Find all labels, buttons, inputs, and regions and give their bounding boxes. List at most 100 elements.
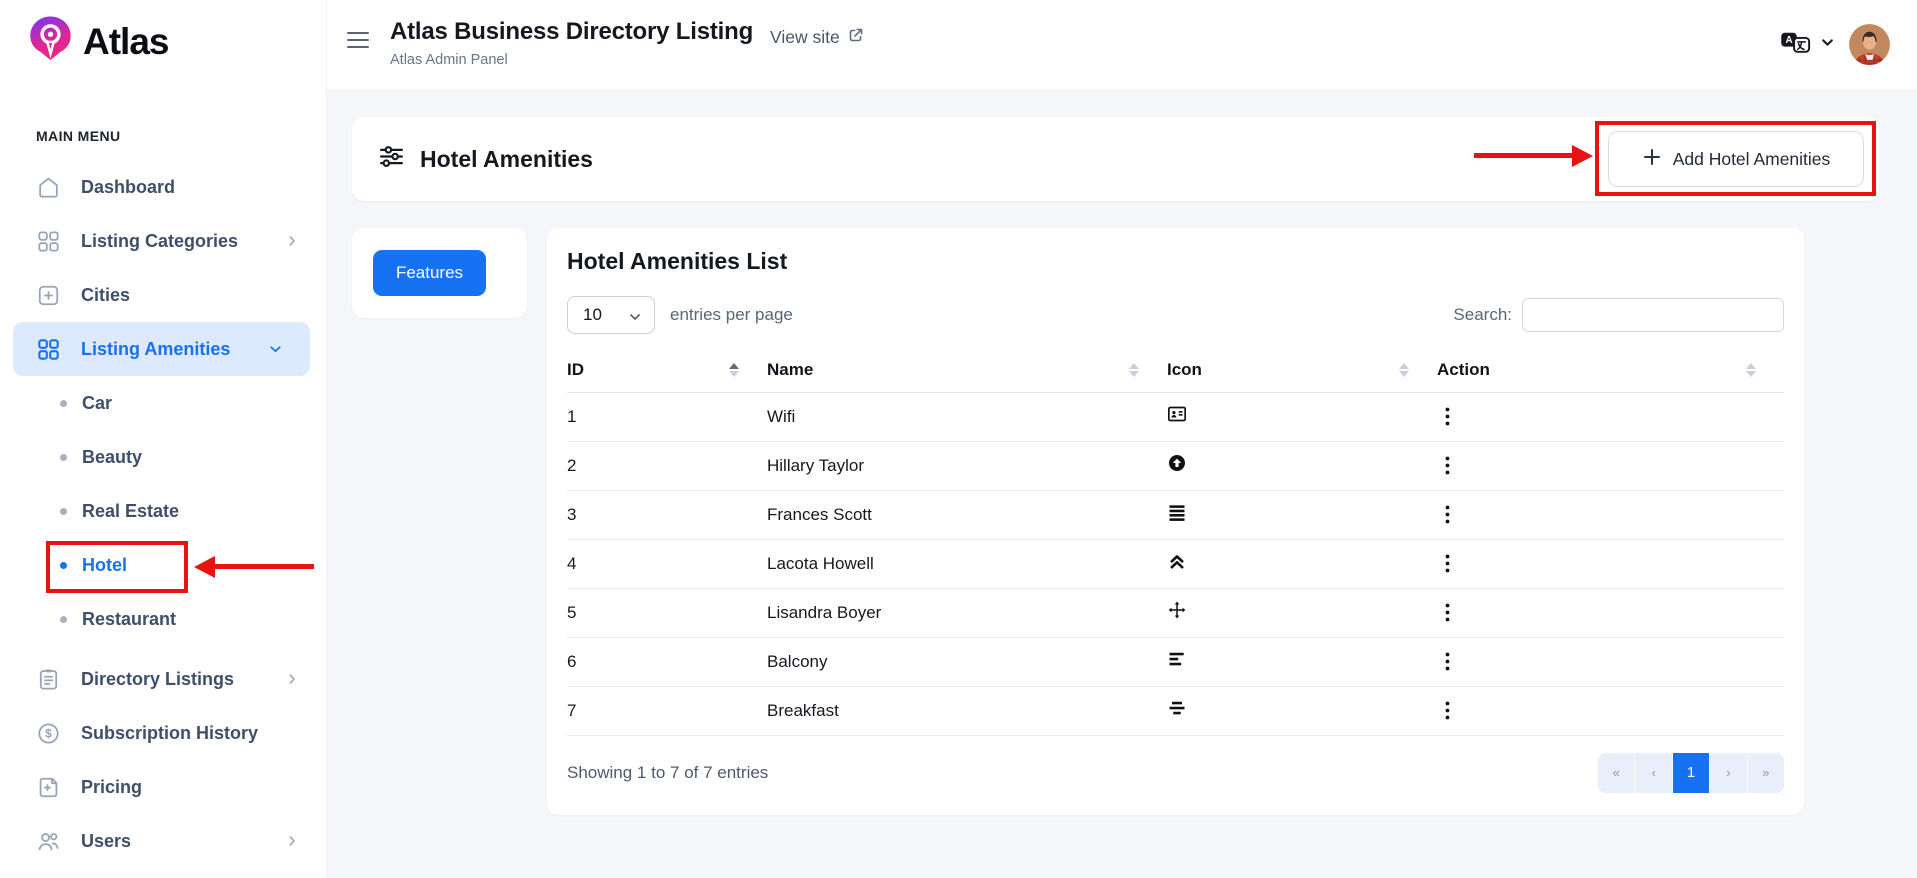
menu-icon[interactable] — [347, 26, 375, 54]
sidebar-subitem-restaurant[interactable]: Restaurant — [0, 592, 326, 646]
sidebar-item-subscription-history[interactable]: $ Subscription History — [0, 706, 326, 760]
panel-title: Hotel Amenities — [420, 146, 593, 173]
sidebar-item-label: Cities — [81, 285, 130, 306]
chevron-down-icon — [267, 341, 284, 358]
bullet-icon — [60, 508, 67, 515]
cell-icon — [1167, 441, 1437, 490]
cell-icon — [1167, 686, 1437, 735]
page-title: Atlas Business Directory Listing — [390, 18, 753, 46]
sort-icon — [1746, 363, 1756, 377]
amenities-list-card: Hotel Amenities List 10 entries per page… — [547, 228, 1804, 815]
panel-header: Hotel Amenities Add Hotel Amenities — [352, 117, 1879, 201]
cell-action — [1437, 686, 1784, 735]
svg-text:$: $ — [45, 726, 52, 740]
table-row: 6 Balcony — [567, 637, 1784, 686]
add-hotel-amenities-button[interactable]: Add Hotel Amenities — [1608, 131, 1864, 187]
table-controls: 10 entries per page Search: — [567, 296, 1784, 334]
column-header-action[interactable]: Action — [1437, 348, 1784, 392]
topbar: Atlas Business Directory Listing Atlas A… — [327, 0, 1917, 89]
vertical-dots-icon[interactable] — [1437, 452, 1458, 479]
bullet-icon — [60, 562, 67, 569]
bullet-icon — [60, 454, 67, 461]
pagination-first-button[interactable]: « — [1598, 753, 1634, 793]
bullet-icon — [60, 400, 67, 407]
column-header-id[interactable]: ID — [567, 348, 767, 392]
atlas-pin-icon — [26, 13, 75, 70]
svg-text:A: A — [1785, 35, 1792, 46]
vertical-dots-icon[interactable] — [1437, 550, 1458, 577]
chevron-right-icon — [284, 233, 300, 249]
file-plus-icon — [36, 775, 61, 800]
table-row: 4 Lacota Howell — [567, 539, 1784, 588]
sidebar-nav: Dashboard Listing Categories Cities — [0, 160, 326, 868]
cell-name: Balcony — [767, 637, 1167, 686]
search-label: Search: — [1453, 305, 1512, 325]
brand-name: Atlas — [83, 21, 168, 63]
chevron-down-icon — [1820, 35, 1835, 55]
sidebar-subitem-real-estate[interactable]: Real Estate — [0, 484, 326, 538]
pagination: « ‹ 1 › » — [1598, 753, 1784, 793]
cell-action — [1437, 637, 1784, 686]
brand-logo[interactable]: Atlas — [0, 0, 326, 70]
plus-icon — [1642, 147, 1662, 172]
vertical-dots-icon[interactable] — [1437, 648, 1458, 675]
table-row: 1 Wifi — [567, 392, 1784, 441]
sidebar-item-directory-listings[interactable]: Directory Listings — [0, 652, 326, 706]
language-selector[interactable]: A — [1780, 29, 1835, 61]
sidebar-subitem-hotel[interactable]: Hotel — [0, 538, 326, 592]
entries-per-page-select[interactable]: 10 — [567, 296, 655, 334]
cell-id: 1 — [567, 392, 767, 441]
vertical-dots-icon[interactable] — [1437, 599, 1458, 626]
align-center-icon — [1167, 703, 1187, 722]
sidebar-item-listing-amenities[interactable]: Listing Amenities — [13, 322, 310, 376]
sidebar-section-label: MAIN MENU — [36, 128, 326, 144]
pagination-page-1-button[interactable]: 1 — [1672, 753, 1709, 793]
move-arrows-icon — [1167, 605, 1187, 624]
translate-icon: A — [1780, 29, 1811, 61]
table-row: 7 Breakfast — [567, 686, 1784, 735]
vertical-dots-icon[interactable] — [1437, 501, 1458, 528]
dollar-circle-icon: $ — [36, 721, 61, 746]
sidebar-item-dashboard[interactable]: Dashboard — [0, 160, 326, 214]
chevron-down-icon — [628, 309, 642, 329]
search-input[interactable] — [1522, 298, 1784, 332]
features-card: Features — [352, 228, 527, 318]
address-card-icon — [1167, 409, 1187, 428]
pagination-last-button[interactable]: » — [1747, 753, 1784, 793]
cell-id: 3 — [567, 490, 767, 539]
sidebar-item-label: Listing Categories — [81, 231, 238, 252]
column-header-name[interactable]: Name — [767, 348, 1167, 392]
sort-icon — [1129, 363, 1139, 377]
column-header-icon[interactable]: Icon — [1167, 348, 1437, 392]
chevron-right-icon — [284, 833, 300, 849]
pagination-next-button[interactable]: › — [1709, 753, 1746, 793]
cell-action — [1437, 441, 1784, 490]
sidebar-subitem-car[interactable]: Car — [0, 376, 326, 430]
cell-name: Lisandra Boyer — [767, 588, 1167, 637]
table-header-row: ID Name Icon Action — [567, 348, 1784, 392]
sidebar-item-listing-categories[interactable]: Listing Categories — [0, 214, 326, 268]
cell-name: Breakfast — [767, 686, 1167, 735]
circle-arrow-up-icon — [1167, 458, 1187, 477]
sidebar-subitem-beauty[interactable]: Beauty — [0, 430, 326, 484]
sidebar-item-label: Dashboard — [81, 177, 175, 198]
avatar[interactable] — [1849, 24, 1890, 65]
add-button-label: Add Hotel Amenities — [1673, 149, 1831, 170]
cell-id: 5 — [567, 588, 767, 637]
chevron-right-icon — [284, 671, 300, 687]
cell-icon — [1167, 392, 1437, 441]
view-site-link[interactable]: View site — [770, 27, 864, 48]
sidebar-item-cities[interactable]: Cities — [0, 268, 326, 322]
vertical-dots-icon[interactable] — [1437, 403, 1458, 430]
pagination-prev-button[interactable]: ‹ — [1634, 753, 1671, 793]
cell-id: 2 — [567, 441, 767, 490]
home-icon — [36, 175, 61, 200]
sidebar-item-pricing[interactable]: Pricing — [0, 760, 326, 814]
table-row: 3 Frances Scott — [567, 490, 1784, 539]
features-tab-button[interactable]: Features — [373, 250, 486, 296]
vertical-dots-icon[interactable] — [1437, 697, 1458, 724]
topbar-actions: A — [1780, 0, 1890, 89]
cell-icon — [1167, 637, 1437, 686]
cell-action — [1437, 490, 1784, 539]
sidebar-item-users[interactable]: Users — [0, 814, 326, 868]
